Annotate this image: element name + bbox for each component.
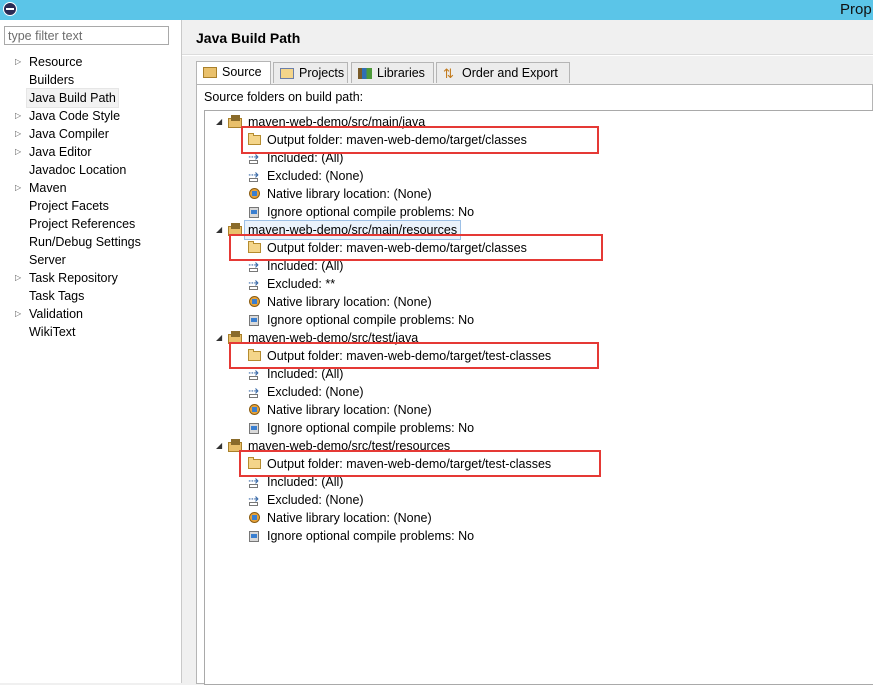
nav-item-label: Resource bbox=[29, 55, 83, 69]
nav-item-java-compiler[interactable]: ▷ Java Compiler bbox=[0, 125, 181, 143]
nav-item-project-references[interactable]: Project References bbox=[0, 215, 181, 233]
excluded-text: Excluded: (None) bbox=[267, 169, 364, 183]
ignore-problems-text: Ignore optional compile problems: No bbox=[267, 529, 475, 543]
inclusion-filter-icon bbox=[247, 256, 263, 274]
expand-arrow-icon[interactable]: ▷ bbox=[15, 143, 21, 161]
page-title: Java Build Path bbox=[196, 30, 301, 46]
highlight-box bbox=[241, 126, 599, 154]
expand-arrow-icon[interactable]: ▷ bbox=[15, 179, 21, 197]
properties-page: Java Build Path Source Projects Librarie… bbox=[182, 20, 873, 685]
nav-item-resource[interactable]: ▷ Resource bbox=[0, 53, 181, 71]
native-library-text: Native library location: (None) bbox=[267, 403, 432, 417]
filter-input[interactable] bbox=[4, 26, 169, 45]
excluded-text: Excluded: ** bbox=[267, 277, 336, 291]
nav-item-label: Java Code Style bbox=[29, 109, 121, 123]
expand-arrow-icon[interactable]: ▷ bbox=[15, 269, 21, 287]
nav-item-label: WikiText bbox=[29, 325, 76, 339]
nav-item-label: Task Tags bbox=[29, 289, 85, 303]
window-titlebar: Prop bbox=[0, 0, 873, 20]
project-icon bbox=[280, 68, 294, 79]
nav-item-task-tags[interactable]: Task Tags bbox=[0, 287, 181, 305]
exclusion-filter-icon bbox=[247, 274, 263, 292]
nav-item-builders[interactable]: Builders bbox=[0, 71, 181, 89]
nav-item-server[interactable]: Server bbox=[0, 251, 181, 269]
tab-label: Source bbox=[222, 65, 262, 79]
source-folder-tree[interactable]: ◢ maven-web-demo/src/main/java Output fo… bbox=[204, 110, 873, 685]
nav-item-label: Run/Debug Settings bbox=[29, 235, 141, 249]
native-library-icon bbox=[247, 295, 263, 309]
nav-item-java-editor[interactable]: ▷ Java Editor bbox=[0, 143, 181, 161]
highlight-box bbox=[229, 234, 603, 261]
ignore-problems-icon bbox=[247, 529, 263, 543]
ignore-problems-icon bbox=[247, 313, 263, 327]
source-folders-label: Source folders on build path: bbox=[204, 90, 364, 104]
nav-item-label: Project References bbox=[29, 217, 136, 231]
nav-item-label: Maven bbox=[29, 181, 67, 195]
collapse-arrow-icon[interactable]: ◢ bbox=[216, 221, 226, 239]
title-separator bbox=[182, 54, 873, 56]
native-library-text: Native library location: (None) bbox=[267, 187, 432, 201]
expand-arrow-icon[interactable]: ▷ bbox=[15, 305, 21, 323]
nav-item-label: Java Build Path bbox=[26, 88, 119, 108]
highlight-box bbox=[239, 450, 601, 477]
exclusion-filter-icon bbox=[247, 166, 263, 184]
native-library-text: Native library location: (None) bbox=[267, 511, 432, 525]
eclipse-icon bbox=[3, 2, 17, 16]
excluded-text: Excluded: (None) bbox=[267, 385, 364, 399]
highlight-box bbox=[229, 342, 599, 369]
tab-libraries[interactable]: Libraries bbox=[351, 62, 434, 83]
exclusion-filter-icon bbox=[247, 382, 263, 400]
native-library-icon bbox=[247, 187, 263, 201]
ignore-problems-icon bbox=[247, 205, 263, 219]
nav-item-label: Builders bbox=[29, 73, 75, 87]
nav-item-javadoc-location[interactable]: Javadoc Location bbox=[0, 161, 181, 179]
tab-projects[interactable]: Projects bbox=[273, 62, 348, 83]
ignore-problems-text: Ignore optional compile problems: No bbox=[267, 313, 475, 327]
native-library-icon bbox=[247, 511, 263, 525]
nav-item-label: Java Compiler bbox=[29, 127, 109, 141]
nav-item-label: Server bbox=[29, 253, 66, 267]
nav-item-task-repository[interactable]: ▷ Task Repository bbox=[0, 269, 181, 287]
nav-item-maven[interactable]: ▷ Maven bbox=[0, 179, 181, 197]
nav-item-label: Task Repository bbox=[29, 271, 118, 285]
tab-order-and-export[interactable]: Order and Export bbox=[436, 62, 570, 84]
expand-arrow-icon[interactable]: ▷ bbox=[15, 53, 21, 71]
excluded-text: Excluded: (None) bbox=[267, 493, 364, 507]
nav-item-java-code-style[interactable]: ▷ Java Code Style bbox=[0, 107, 181, 125]
ignore-problems-icon bbox=[247, 421, 263, 435]
exclusion-filter-icon bbox=[247, 490, 263, 508]
nav-item-label: Validation bbox=[29, 307, 83, 321]
inclusion-filter-icon bbox=[247, 472, 263, 490]
native-library-text: Native library location: (None) bbox=[267, 295, 432, 309]
nav-item-run-debug-settings[interactable]: Run/Debug Settings bbox=[0, 233, 181, 251]
source-tab-panel: Source folders on build path: ◢ maven-we… bbox=[196, 84, 873, 685]
collapse-arrow-icon[interactable]: ◢ bbox=[216, 437, 226, 455]
window-title: Prop bbox=[840, 1, 872, 18]
ignore-problems-text: Ignore optional compile problems: No bbox=[267, 421, 475, 435]
ignore-problems-text: Ignore optional compile problems: No bbox=[267, 205, 475, 219]
expand-arrow-icon[interactable]: ▷ bbox=[15, 125, 21, 143]
nav-item-label: Project Facets bbox=[29, 199, 109, 213]
nav-item-wikitext[interactable]: WikiText bbox=[0, 323, 181, 341]
collapse-arrow-icon[interactable]: ◢ bbox=[216, 329, 226, 347]
inclusion-filter-icon bbox=[247, 364, 263, 382]
nav-item-project-facets[interactable]: Project Facets bbox=[0, 197, 181, 215]
order-icon bbox=[443, 63, 457, 84]
tab-label: Projects bbox=[299, 66, 345, 80]
collapse-arrow-icon[interactable]: ◢ bbox=[216, 113, 226, 131]
nav-item-label: Java Editor bbox=[29, 145, 92, 159]
native-library-icon bbox=[247, 403, 263, 417]
nav-item-java-build-path[interactable]: Java Build Path bbox=[0, 88, 181, 108]
tab-label: Order and Export bbox=[462, 66, 558, 80]
nav-item-validation[interactable]: ▷ Validation bbox=[0, 305, 181, 323]
property-sidebar: ▷ Resource Builders Java Build Path ▷ Ja… bbox=[0, 20, 182, 683]
expand-arrow-icon[interactable]: ▷ bbox=[15, 107, 21, 125]
tab-source[interactable]: Source bbox=[196, 61, 271, 84]
source-folder-icon bbox=[203, 67, 217, 78]
tab-label: Libraries bbox=[377, 66, 425, 80]
libraries-icon bbox=[358, 68, 372, 79]
nav-item-label: Javadoc Location bbox=[29, 163, 127, 177]
